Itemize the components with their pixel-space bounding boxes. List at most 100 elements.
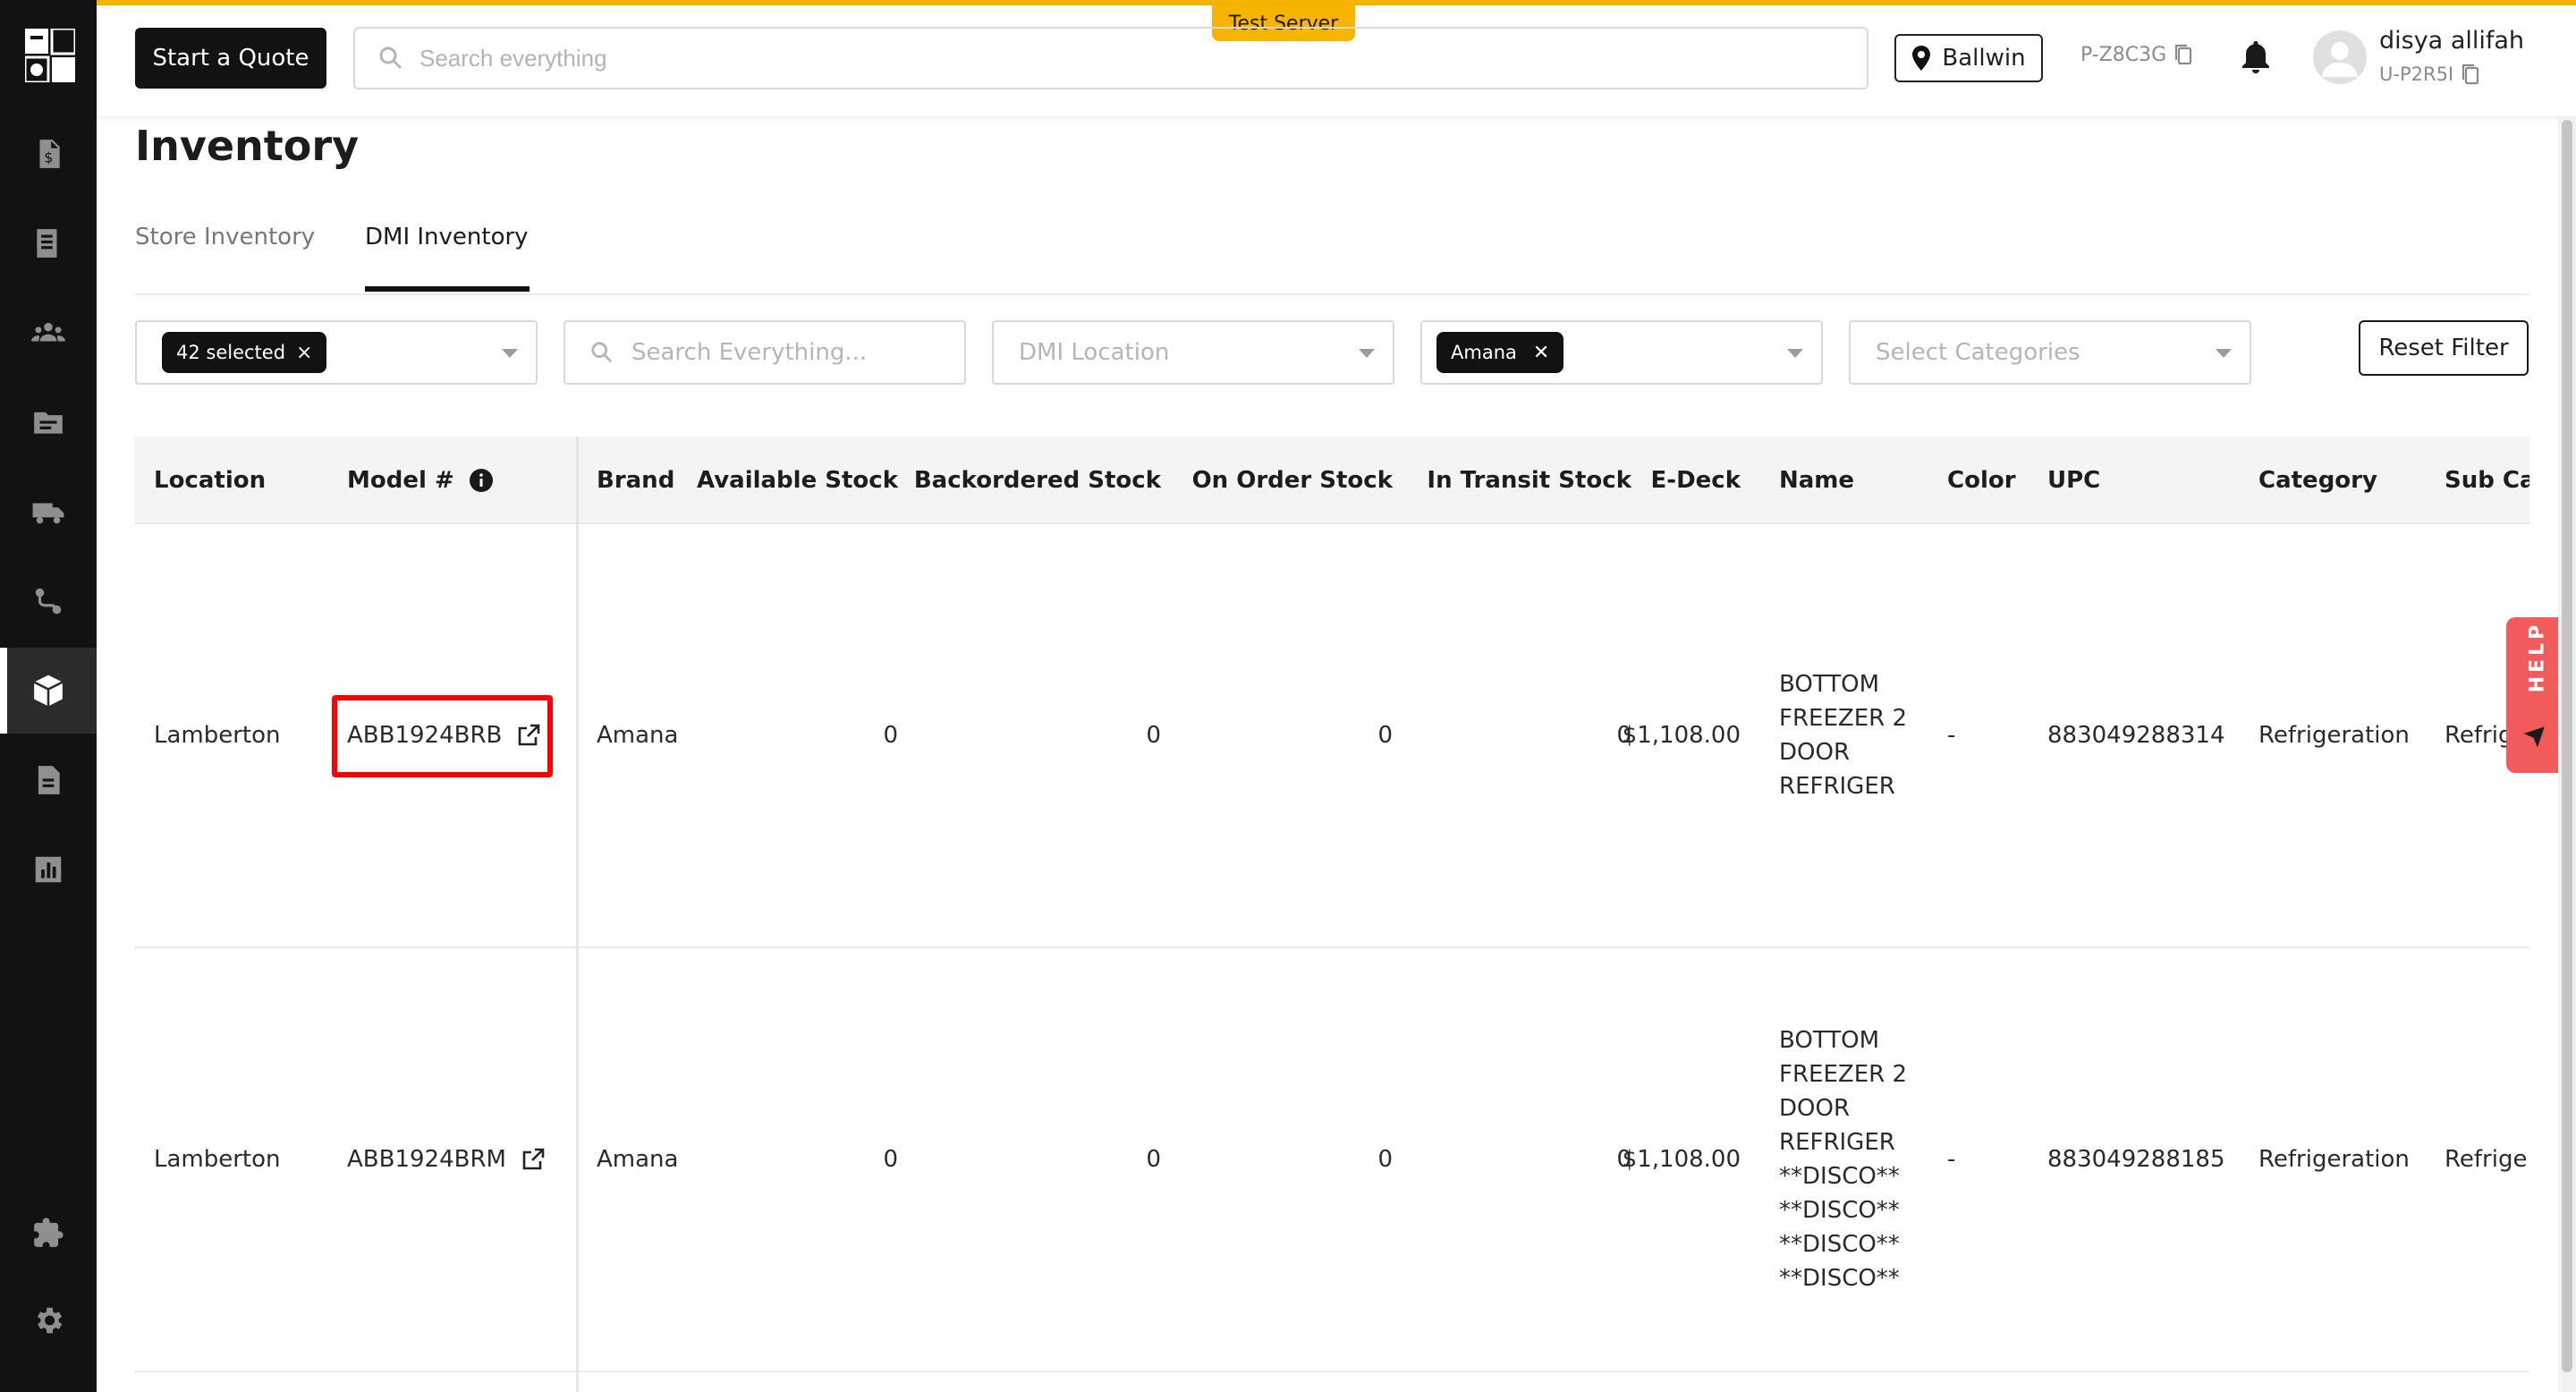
- column-divider: [576, 437, 579, 1392]
- cell-in-transit-stock: 0: [1616, 722, 1631, 749]
- cell-color: -: [1947, 722, 1956, 749]
- column-on-order-stock[interactable]: On Order Stock: [1173, 437, 1393, 524]
- route-icon: [35, 588, 62, 615]
- truck-icon: [32, 503, 64, 524]
- column-subcategory[interactable]: Sub Ca: [2445, 437, 2529, 524]
- external-link-icon[interactable]: [516, 723, 541, 748]
- global-search-bar[interactable]: [353, 27, 1868, 89]
- column-color[interactable]: Color: [1947, 437, 2016, 524]
- app-logo-icon[interactable]: [25, 29, 75, 82]
- sidebar-item-customers[interactable]: [0, 290, 97, 376]
- column-category[interactable]: Category: [2258, 437, 2377, 524]
- store-selector-button[interactable]: Ballwin: [1894, 34, 2043, 82]
- inventory-search-field[interactable]: Search Everything...: [564, 320, 966, 385]
- help-arrow-icon: [2523, 726, 2545, 747]
- cell-location: Lamberton: [154, 722, 281, 749]
- profile-code: P-Z8C3G: [2080, 43, 2193, 66]
- reset-filter-button[interactable]: Reset Filter: [2359, 320, 2529, 376]
- table-header: Location Model # Brand Available Stock B…: [135, 437, 2529, 524]
- cell-edeck: $1,108.00: [1622, 1146, 1741, 1173]
- column-brand[interactable]: Brand: [597, 437, 674, 524]
- cell-model: ABB1924BRM: [347, 948, 546, 1371]
- tab-store-inventory[interactable]: Store Inventory: [135, 224, 315, 295]
- cell-edeck: $1,108.00: [1622, 722, 1741, 749]
- tab-dmi-inventory[interactable]: DMI Inventory: [365, 224, 530, 295]
- file-icon: [38, 766, 60, 794]
- sidebar-item-quotes[interactable]: $: [0, 111, 97, 197]
- table-row[interactable]: Lamberton ABB1924BRM Amana 0 0 0 0 $1,10…: [135, 948, 2529, 1372]
- chip-close-icon[interactable]: ×: [296, 342, 312, 364]
- document-icon: [37, 229, 57, 258]
- user-name: disya allifah: [2379, 27, 2525, 55]
- dmi-location-select[interactable]: DMI Location: [992, 320, 1394, 385]
- user-code-text: U-P2R5I: [2379, 64, 2454, 85]
- column-location[interactable]: Location: [154, 437, 266, 524]
- sidebar-item-integrations[interactable]: [0, 1190, 97, 1276]
- global-search-input[interactable]: [419, 44, 1761, 72]
- copy-icon[interactable]: [2461, 63, 2480, 86]
- model-number[interactable]: ABB1924BRM: [347, 1146, 506, 1173]
- page-scrollbar-thumb[interactable]: [2562, 120, 2572, 1372]
- external-link-icon[interactable]: [521, 1147, 546, 1172]
- inventory-table: Location Model # Brand Available Stock B…: [135, 437, 2529, 1392]
- store-filter-select[interactable]: 42 selected ×: [135, 320, 538, 385]
- cell-available-stock: 0: [883, 1146, 898, 1173]
- info-icon[interactable]: [469, 468, 494, 493]
- user-avatar-icon: [2322, 42, 2358, 77]
- settings-gear-icon: [37, 1307, 63, 1334]
- sidebar-item-reports[interactable]: [0, 827, 97, 912]
- dmi-location-placeholder: DMI Location: [1019, 339, 1170, 366]
- sidebar-item-orders[interactable]: [0, 200, 97, 286]
- column-upc[interactable]: UPC: [2047, 437, 2100, 524]
- cell-available-stock: 0: [883, 722, 898, 749]
- search-icon: [379, 47, 402, 70]
- chevron-down-icon: [1787, 349, 1803, 358]
- users-icon: [31, 322, 65, 342]
- cell-upc: 883049288185: [2047, 1146, 2225, 1173]
- cell-name: BOTTOM FREEZER 2 DOOR REFRIGER: [1779, 671, 1907, 800]
- brand-chip-close-icon[interactable]: ✕: [1533, 342, 1549, 364]
- inventory-search-placeholder: Search Everything...: [631, 339, 868, 366]
- sidebar-item-invoices[interactable]: [0, 737, 97, 823]
- search-icon: [591, 342, 613, 363]
- location-pin-icon: [1912, 46, 1931, 71]
- column-name[interactable]: Name: [1779, 437, 1854, 524]
- column-backordered-stock[interactable]: Backordered Stock: [913, 437, 1161, 524]
- profile-code-text: P-Z8C3G: [2080, 43, 2167, 66]
- page-title: Inventory: [135, 122, 360, 170]
- cell-brand: Amana: [597, 1146, 679, 1173]
- sidebar-item-delivery[interactable]: [0, 469, 97, 555]
- column-available-stock[interactable]: Available Stock: [672, 437, 898, 524]
- cell-backordered-stock: 0: [1146, 1146, 1161, 1173]
- cell-brand: Amana: [597, 722, 679, 749]
- brand-chip-label: Amana: [1451, 342, 1517, 363]
- column-edeck[interactable]: E-Deck: [1651, 437, 1741, 524]
- stores-selected-label: 42 selected: [176, 342, 286, 363]
- table-row[interactable]: Lamberton ABB1924BRB Amana 0 0 0 0 $1,10…: [135, 524, 2529, 948]
- sidebar-item-settings[interactable]: [0, 1277, 97, 1363]
- copy-icon[interactable]: [2174, 43, 2193, 66]
- chevron-down-icon: [2216, 349, 2232, 358]
- cell-location: Lamberton: [154, 1146, 281, 1173]
- store-name: Ballwin: [1942, 45, 2026, 72]
- brand-filter-select[interactable]: Amana ✕: [1420, 320, 1823, 385]
- inventory-tabs: Store Inventory DMI Inventory: [135, 224, 2529, 295]
- user-avatar[interactable]: [2313, 30, 2367, 84]
- cell-category: Refrigeration: [2258, 722, 2410, 749]
- column-model[interactable]: Model #: [347, 437, 494, 524]
- sidebar-item-routes[interactable]: [0, 558, 97, 644]
- folder-icon: [34, 412, 63, 434]
- categories-select[interactable]: Select Categories: [1849, 320, 2251, 385]
- column-model-label: Model #: [347, 467, 454, 494]
- cell-backordered-stock: 0: [1146, 722, 1161, 749]
- notification-bell-icon[interactable]: [2240, 39, 2272, 75]
- model-number[interactable]: ABB1924BRB: [347, 722, 502, 749]
- brand-chip: Amana ✕: [1436, 332, 1564, 373]
- cell-on-order-stock: 0: [1377, 1146, 1393, 1173]
- cell-category: Refrigeration: [2258, 1146, 2410, 1173]
- sidebar-item-files[interactable]: [0, 379, 97, 465]
- sidebar-item-inventory[interactable]: [0, 648, 97, 734]
- cell-subcategory: Refrig: [2445, 722, 2513, 749]
- column-in-transit-stock[interactable]: In Transit Stock: [1414, 437, 1631, 524]
- start-quote-button[interactable]: Start a Quote: [135, 28, 326, 89]
